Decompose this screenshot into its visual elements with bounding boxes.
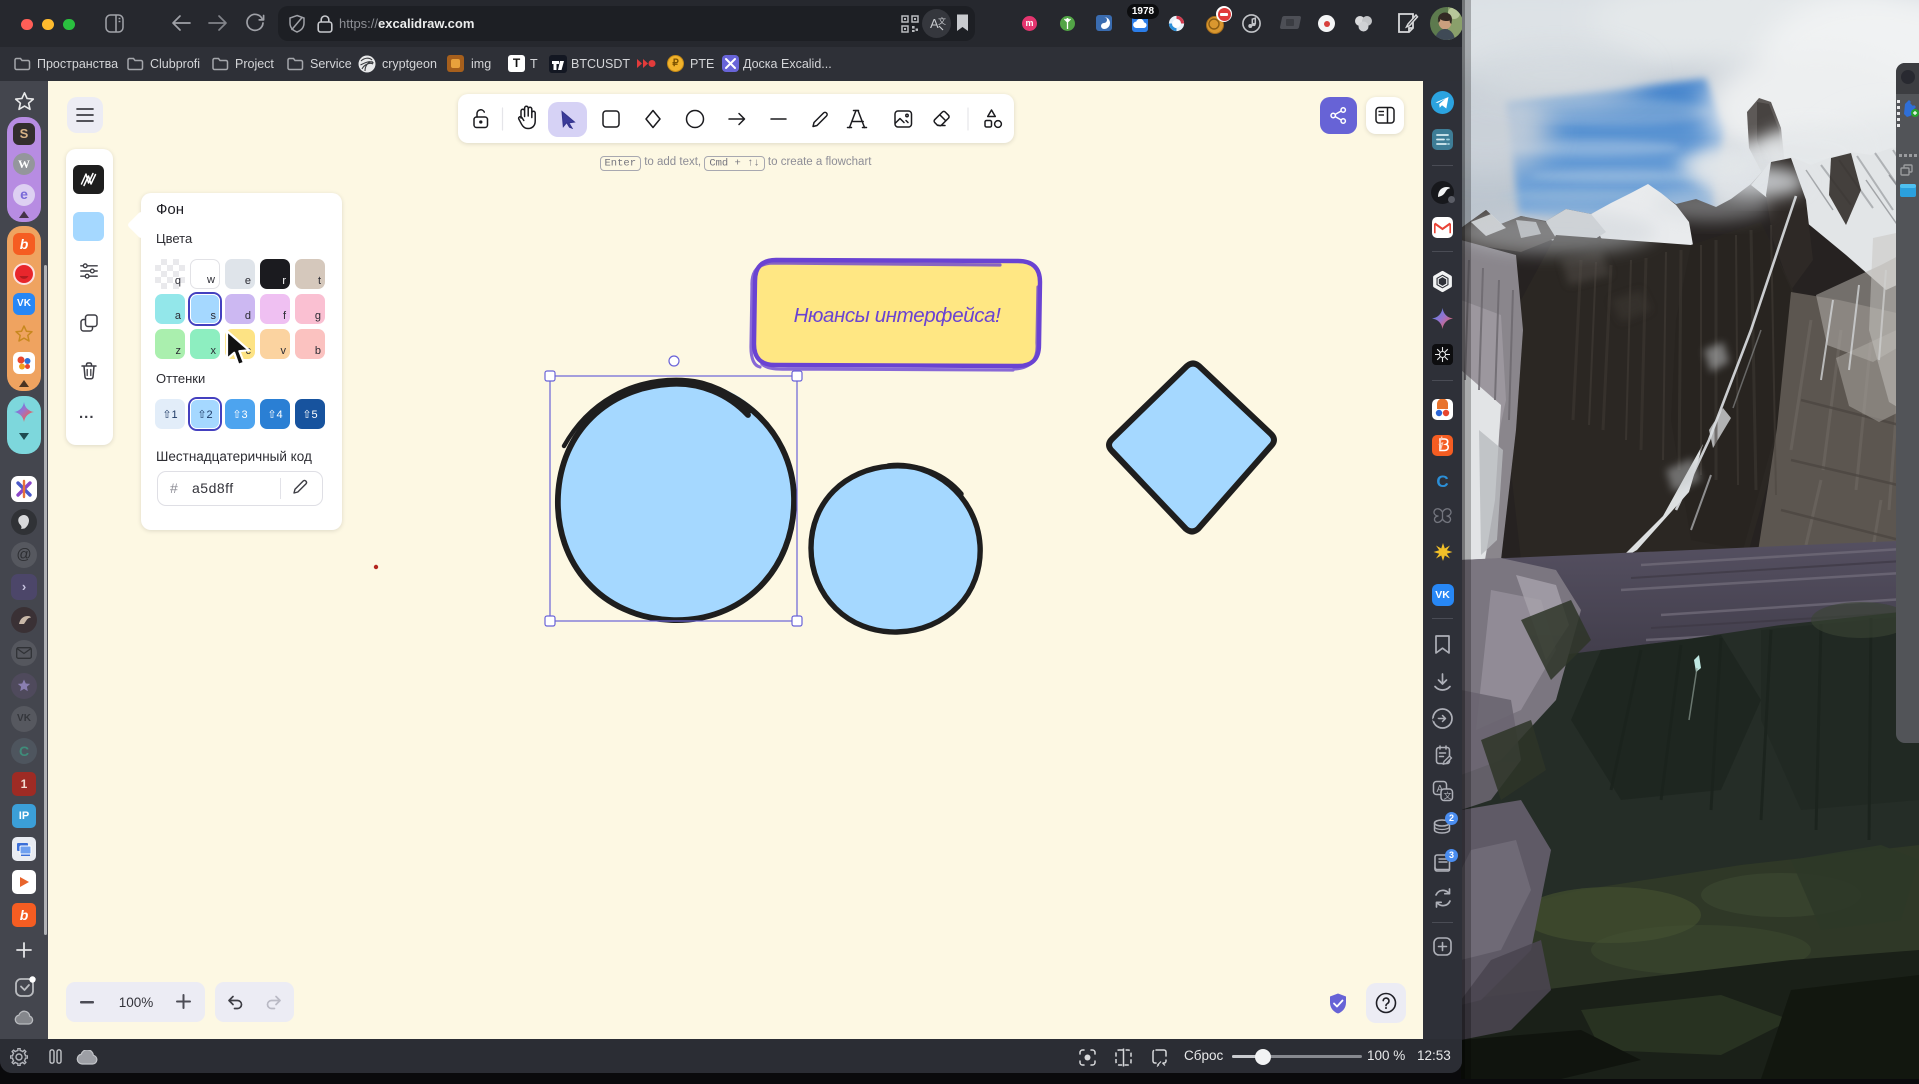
svg-text:文: 文 <box>938 16 946 26</box>
svg-text:文: 文 <box>1444 791 1452 801</box>
svg-text:Нюансы интерфейса!: Нюансы интерфейса! <box>794 304 1002 327</box>
